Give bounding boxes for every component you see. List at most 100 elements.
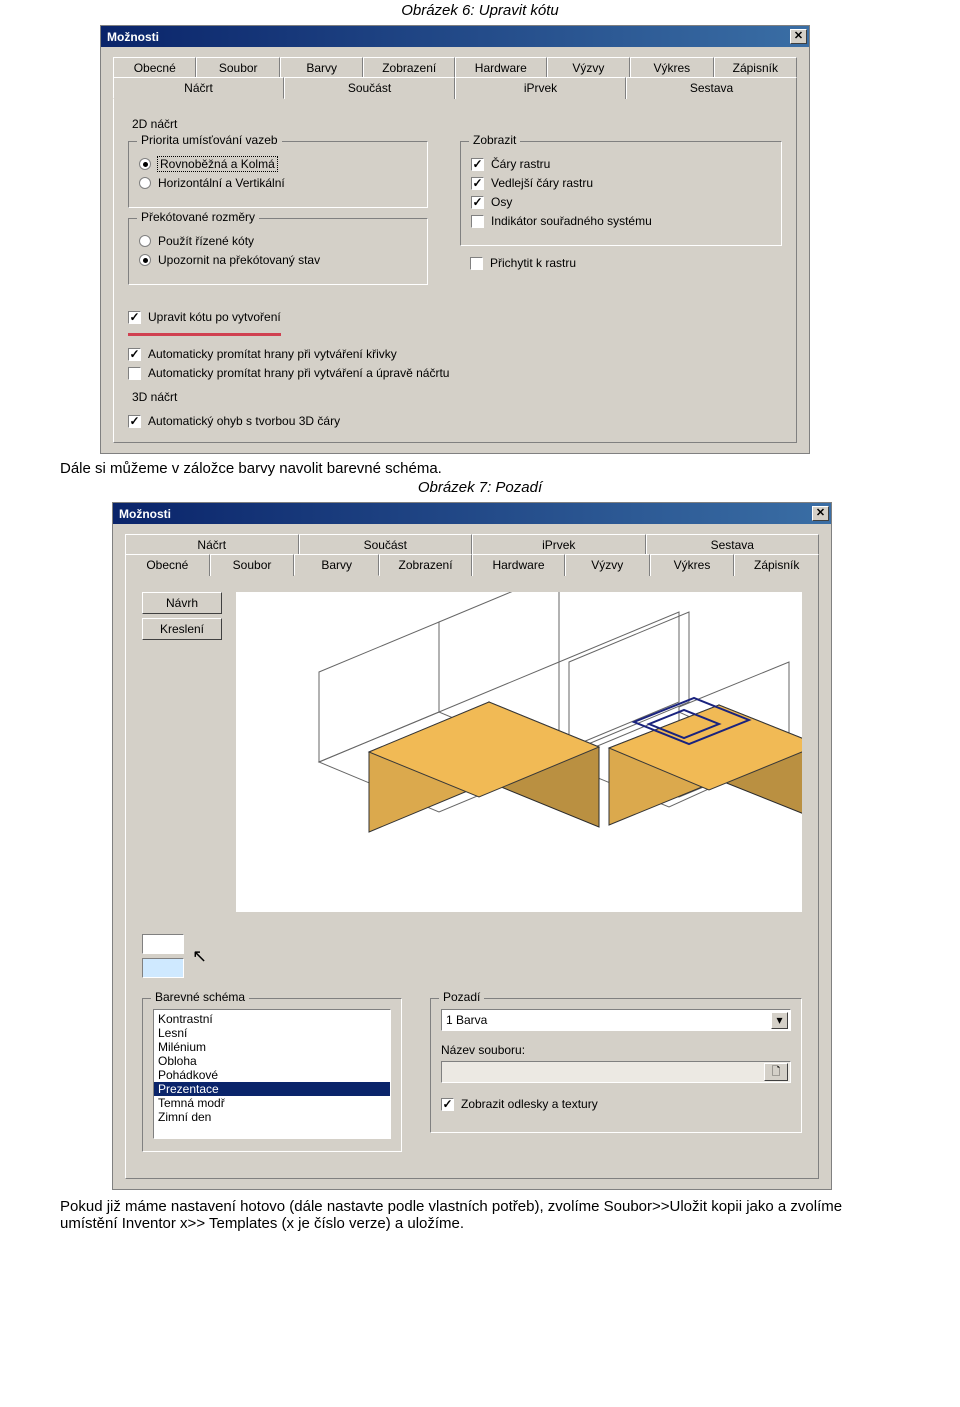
legend-priority: Priorita umísťování vazeb [137, 133, 282, 147]
check-minor-grid[interactable]: ✓ [471, 177, 484, 190]
radio-driven-dims-label: Použít řízené kóty [158, 234, 254, 248]
check-auto-bend-3d-label: Automatický ohyb s tvorbou 3D čáry [148, 414, 340, 428]
chevron-down-icon[interactable]: ▾ [771, 1012, 788, 1029]
check-axes-label: Osy [491, 195, 512, 209]
filename-label: Název souboru: [441, 1043, 791, 1057]
check-autoproject-edit[interactable] [128, 367, 141, 380]
section-3d-sketch: 3D náčrt [132, 390, 782, 404]
check-axes[interactable]: ✓ [471, 196, 484, 209]
check-csys-indicator[interactable] [471, 215, 484, 228]
close-button-2[interactable]: ✕ [812, 506, 829, 521]
tab-zapisnik[interactable]: Zápisník [714, 57, 797, 78]
check-show-reflections-label: Zobrazit odlesky a textury [461, 1097, 598, 1111]
fieldset-overdim: Překótované rozměry Použít řízené kóty U… [128, 218, 428, 285]
tab2-hardware[interactable]: Hardware [472, 554, 565, 576]
color-preview-canvas [236, 592, 802, 912]
check-snap-grid-label: Přichytit k rastru [490, 256, 576, 270]
legend-background: Pozadí [439, 990, 484, 1004]
button-design[interactable]: Návrh [142, 592, 222, 614]
legend-overdim: Překótované rozměry [137, 210, 259, 224]
tab2-nacrt[interactable]: Náčrt [125, 534, 299, 555]
tab-obecne[interactable]: Obecné [113, 57, 196, 78]
check-autoproject-edit-label: Automaticky promítat hrany při vytváření… [148, 366, 449, 380]
fieldset-color-scheme: Barevné schéma Kontrastní Lesní Milénium… [142, 998, 402, 1152]
tab2-soucast[interactable]: Součást [299, 534, 473, 555]
figure-caption-6: Obrázek 6: Upravit kótu [0, 2, 960, 19]
tab-vykres[interactable]: Výkres [630, 57, 713, 78]
list-item[interactable]: Temná modř [154, 1096, 390, 1110]
paragraph-1: Dále si můžeme v záložce barvy navolit b… [60, 460, 900, 477]
check-autoproject-curve[interactable]: ✓ [128, 348, 141, 361]
radio-warn-overdim-label: Upozornit na překótovaný stav [158, 253, 320, 267]
tab2-vykres[interactable]: Výkres [650, 554, 735, 576]
listbox-color-scheme[interactable]: Kontrastní Lesní Milénium Obloha Pohádko… [153, 1009, 391, 1139]
radio-horiz-vert[interactable] [139, 177, 151, 189]
list-item[interactable]: Kontrastní [154, 1012, 390, 1026]
check-auto-bend-3d[interactable]: ✓ [128, 415, 141, 428]
check-minor-grid-label: Vedlejší čáry rastru [491, 176, 593, 190]
tab2-sestava[interactable]: Sestava [646, 534, 820, 555]
swatch-cyan[interactable] [142, 958, 184, 978]
file-input[interactable]: 🗋 [441, 1061, 791, 1083]
tab2-obecne[interactable]: Obecné [125, 554, 210, 576]
titlebar: Možnosti ✕ [101, 26, 809, 47]
list-item-selected[interactable]: Prezentace [154, 1082, 390, 1096]
tab-vyzvy[interactable]: Výzvy [547, 57, 630, 78]
tab2-barvy[interactable]: Barvy [294, 554, 379, 576]
browse-icon[interactable]: 🗋 [764, 1063, 788, 1081]
radio-horiz-vert-label: Horizontální a Vertikální [158, 176, 285, 190]
titlebar-2: Možnosti ✕ [113, 503, 831, 524]
tab-zobrazeni[interactable]: Zobrazení [363, 57, 455, 78]
window-title: Možnosti [103, 30, 790, 44]
list-item[interactable]: Pohádkové [154, 1068, 390, 1082]
tab-nacrt[interactable]: Náčrt [113, 77, 284, 99]
check-csys-indicator-label: Indikátor souřadného systému [491, 214, 652, 228]
check-edit-dim-after-create[interactable]: ✓ [128, 311, 141, 324]
tab-iprvek[interactable]: iPrvek [455, 77, 626, 99]
list-item[interactable]: Milénium [154, 1040, 390, 1054]
tab-barvy[interactable]: Barvy [280, 57, 363, 78]
sketch-tab-panel: 2D náčrt Priorita umísťování vazeb Rovno… [113, 98, 797, 443]
tab-soubor[interactable]: Soubor [196, 57, 279, 78]
paragraph-2: Pokud již máme nastavení hotovo (dále na… [60, 1198, 900, 1232]
tab2-zapisnik[interactable]: Zápisník [734, 554, 819, 576]
tab-hardware[interactable]: Hardware [455, 57, 547, 78]
tab2-vyzvy[interactable]: Výzvy [565, 554, 650, 576]
legend-color-scheme: Barevné schéma [151, 990, 249, 1004]
list-item[interactable]: Zimní den [154, 1110, 390, 1124]
radio-driven-dims[interactable] [139, 235, 151, 247]
check-edit-dim-after-create-label: Upravit kótu po vytvoření [148, 310, 281, 324]
tab2-soubor[interactable]: Soubor [210, 554, 295, 576]
radio-warn-overdim[interactable] [139, 254, 151, 266]
combo-background-value: 1 Barva [446, 1013, 771, 1027]
fieldset-display: Zobrazit ✓Čáry rastru ✓Vedlejší čáry ras… [460, 141, 782, 246]
radio-parallel-perp[interactable] [139, 158, 151, 170]
list-item[interactable]: Obloha [154, 1054, 390, 1068]
check-grid-lines[interactable]: ✓ [471, 158, 484, 171]
tab-sestava[interactable]: Sestava [626, 77, 797, 99]
tab2-iprvek[interactable]: iPrvek [472, 534, 646, 555]
close-button[interactable]: ✕ [790, 29, 807, 44]
combo-background[interactable]: 1 Barva ▾ [441, 1009, 791, 1031]
options-dialog-colors: Možnosti ✕ Náčrt Součást iPrvek Sestava … [112, 502, 832, 1190]
legend-display: Zobrazit [469, 133, 520, 147]
figure-caption-7: Obrázek 7: Pozadí [0, 479, 960, 496]
check-grid-lines-label: Čáry rastru [491, 157, 550, 171]
tab-soucast[interactable]: Součást [284, 77, 455, 99]
colors-tab-panel: Návrh Kreslení [125, 575, 819, 1179]
window-title-2: Možnosti [115, 507, 812, 521]
check-show-reflections[interactable]: ✓ [441, 1098, 454, 1111]
fieldset-background: Pozadí 1 Barva ▾ Název souboru: 🗋 [430, 998, 802, 1133]
radio-parallel-perp-label: Rovnoběžná a Kolmá [158, 157, 277, 171]
options-dialog-sketch: Možnosti ✕ Obecné Soubor Barvy Zobrazení… [100, 25, 810, 454]
swatch-white[interactable] [142, 934, 184, 954]
list-item[interactable]: Lesní [154, 1026, 390, 1040]
tab2-zobrazeni[interactable]: Zobrazení [379, 554, 472, 576]
fieldset-priority: Priorita umísťování vazeb Rovnoběžná a K… [128, 141, 428, 208]
cursor-icon: ↖ [192, 946, 207, 967]
check-snap-grid[interactable] [470, 257, 483, 270]
section-2d-sketch: 2D náčrt [132, 117, 782, 131]
button-drawing[interactable]: Kreslení [142, 618, 222, 640]
preview-3d-illustration [236, 592, 802, 912]
check-autoproject-curve-label: Automaticky promítat hrany při vytváření… [148, 347, 397, 361]
